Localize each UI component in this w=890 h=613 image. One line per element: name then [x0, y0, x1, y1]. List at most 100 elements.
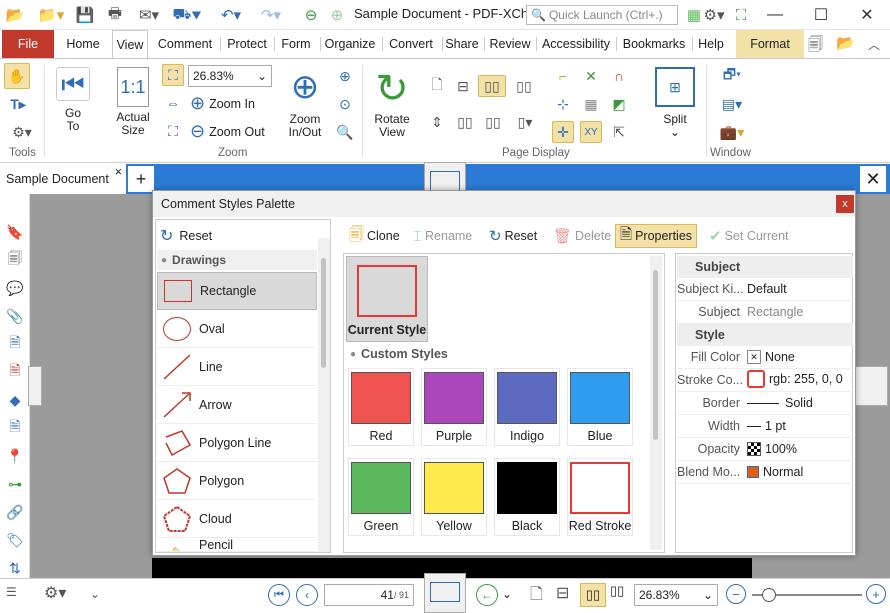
- settings-icon[interactable]: ⚙▾: [704, 4, 725, 26]
- tab-file[interactable]: File: [2, 30, 54, 58]
- content-icon[interactable]: 🗎: [5, 334, 25, 354]
- new-window-icon[interactable]: 🗗▾: [714, 65, 750, 87]
- stroke-color-row[interactable]: Stroke Co... rgb: 255, 0, 0: [677, 369, 853, 392]
- document-tab[interactable]: Sample Document ×: [0, 164, 126, 194]
- custom-styles-section[interactable]: ● Custom Styles: [346, 344, 646, 364]
- swatch-indigo[interactable]: Indigo: [494, 368, 560, 446]
- zoom-in-out-button[interactable]: ⊕ Zoom In/Out: [280, 65, 330, 145]
- tab-format[interactable]: Format: [736, 30, 804, 58]
- subject-row[interactable]: Subject Rectangle: [677, 301, 853, 324]
- crosshair-icon[interactable]: ✛: [552, 121, 574, 143]
- coordinates-icon[interactable]: XY: [580, 121, 602, 143]
- undo-icon[interactable]: ↶▾: [214, 4, 248, 26]
- rename-button[interactable]: ⌶ Rename: [409, 224, 476, 248]
- new-tab-button[interactable]: +: [128, 166, 154, 192]
- collapse-ribbon-icon[interactable]: ︿: [868, 36, 880, 53]
- fit-page-icon[interactable]: ⛶: [162, 64, 184, 86]
- line-weights-icon[interactable]: ◩: [608, 93, 630, 115]
- zoom-out-button[interactable]: ⊖ Zoom Out: [190, 121, 265, 142]
- swatch-blue[interactable]: Blue: [567, 368, 633, 446]
- list-item-cloud[interactable]: Cloud: [157, 500, 317, 538]
- rulers-icon[interactable]: ⌐: [552, 65, 574, 87]
- border-row[interactable]: Border Solid: [677, 392, 853, 415]
- fill-color-row[interactable]: Fill Color ✕ None: [677, 346, 853, 369]
- tab-comment[interactable]: Comment: [154, 30, 216, 58]
- reset-all-button[interactable]: ↻ Reset: [160, 226, 212, 246]
- left-scrollbar-thumb[interactable]: [321, 258, 326, 368]
- save-icon[interactable]: 💾: [72, 4, 98, 26]
- select-text-icon[interactable]: T▸: [4, 93, 32, 115]
- panel-toggle-left[interactable]: [28, 366, 42, 406]
- list-item-pencil[interactable]: ✎ Pencil: [157, 538, 317, 552]
- zoom-level-select[interactable]: 26.83% ⌄: [188, 65, 272, 87]
- facing-icon[interactable]: ▯▯: [478, 75, 506, 97]
- list-item-rectangle[interactable]: Rectangle: [157, 272, 317, 310]
- page-numbering-icon[interactable]: ▯▯: [480, 111, 506, 133]
- facing-continuous-view-icon[interactable]: ▯▯: [610, 583, 624, 599]
- swatch-red-stroke[interactable]: Red Stroke: [567, 458, 633, 536]
- minimize-button[interactable]: —: [752, 0, 798, 30]
- labels-icon[interactable]: 🏷: [5, 530, 25, 550]
- zoom-slider[interactable]: [752, 588, 862, 602]
- page-separation-icon[interactable]: ⇕: [426, 111, 448, 133]
- status-more-icon[interactable]: ⌄: [90, 587, 100, 601]
- links-icon[interactable]: 🔗: [5, 502, 25, 522]
- status-zoom-select[interactable]: 26.83% ⌄: [634, 584, 718, 606]
- zoom-in-status-button[interactable]: +: [866, 584, 886, 604]
- rotate-view-button[interactable]: ↻ Rotate View: [366, 67, 418, 147]
- snap-icon[interactable]: ∩: [608, 65, 630, 87]
- facing-view-icon[interactable]: ▯▯: [580, 583, 606, 607]
- tab-protect[interactable]: Protect: [222, 30, 272, 58]
- layers-icon[interactable]: 🗎: [5, 362, 25, 382]
- tab-share[interactable]: Share: [444, 30, 480, 58]
- reading-order-icon[interactable]: ▯▯: [452, 111, 478, 133]
- tab-accessibility[interactable]: Accessibility: [538, 30, 614, 58]
- gallery-scrollbar[interactable]: [650, 256, 662, 550]
- tags-icon[interactable]: 🗎: [5, 418, 25, 438]
- style-section-header[interactable]: Style: [677, 324, 853, 346]
- print-icon[interactable]: 🖶: [102, 4, 128, 26]
- scan-icon[interactable]: ⛟▾: [170, 4, 204, 26]
- page-number-input[interactable]: 41/ 91: [324, 584, 414, 606]
- guides-icon[interactable]: ✕: [580, 65, 602, 87]
- redo-icon[interactable]: ↷▾: [254, 4, 288, 26]
- page-layout-more-icon[interactable]: ▯▾: [510, 111, 540, 133]
- swatch-purple[interactable]: Purple: [421, 368, 487, 446]
- subject-kind-row[interactable]: Subject Ki... Default: [677, 278, 853, 301]
- dialog-close-button[interactable]: x: [836, 195, 854, 213]
- blend-mode-row[interactable]: Blend Mo... Normal: [677, 461, 853, 484]
- email-icon[interactable]: ✉▾: [132, 4, 166, 26]
- swatch-green[interactable]: Green: [348, 458, 414, 536]
- status-menu-icon[interactable]: ☰: [6, 585, 17, 599]
- status-settings-icon[interactable]: ⚙▾: [44, 583, 66, 603]
- measure-icon[interactable]: ⇱: [608, 121, 630, 143]
- zoom-in-button[interactable]: ⊕ Zoom In: [190, 93, 255, 114]
- clone-button[interactable]: 🗐 Clone: [345, 224, 404, 248]
- tab-convert[interactable]: Convert: [384, 30, 438, 58]
- single-page-view-icon[interactable]: 🗋: [530, 583, 543, 610]
- close-button[interactable]: ✕: [844, 0, 890, 30]
- swatch-black[interactable]: Black: [494, 458, 560, 536]
- tab-bookmarks[interactable]: Bookmarks: [618, 30, 690, 58]
- set-current-button[interactable]: ✔ Set Current: [705, 224, 793, 248]
- quick-launch-input[interactable]: 🔍 Quick Launch (Ctrl+.): [526, 5, 678, 25]
- destinations-icon[interactable]: 📍: [5, 446, 25, 466]
- panel-toggle-bottom[interactable]: [424, 573, 466, 613]
- list-item-arrow[interactable]: Arrow: [157, 386, 317, 424]
- folder-search-icon[interactable]: 📂: [836, 34, 855, 52]
- close-document-button[interactable]: ✕: [860, 166, 886, 192]
- dynamic-zoom-icon[interactable]: ⊙: [334, 93, 356, 115]
- swatch-red[interactable]: Red: [348, 368, 414, 446]
- prev-page-button[interactable]: ‹: [296, 584, 318, 606]
- split-button[interactable]: ⊞ Split ⌄: [650, 67, 700, 147]
- properties-button[interactable]: 🗎 Properties: [615, 224, 698, 248]
- subject-section-header[interactable]: Subject: [677, 256, 853, 278]
- tab-form[interactable]: Form: [276, 30, 316, 58]
- tab-organize[interactable]: Organize: [322, 30, 378, 58]
- open-icon[interactable]: 📁▾: [36, 4, 66, 26]
- zoom-slider-thumb[interactable]: [762, 588, 776, 602]
- workspace-icon[interactable]: 💼▾: [714, 121, 750, 143]
- signatures-icon[interactable]: ◆: [5, 390, 25, 410]
- fullscreen-icon[interactable]: ⛶: [730, 4, 752, 26]
- drawings-section[interactable]: ● Drawings: [157, 250, 317, 270]
